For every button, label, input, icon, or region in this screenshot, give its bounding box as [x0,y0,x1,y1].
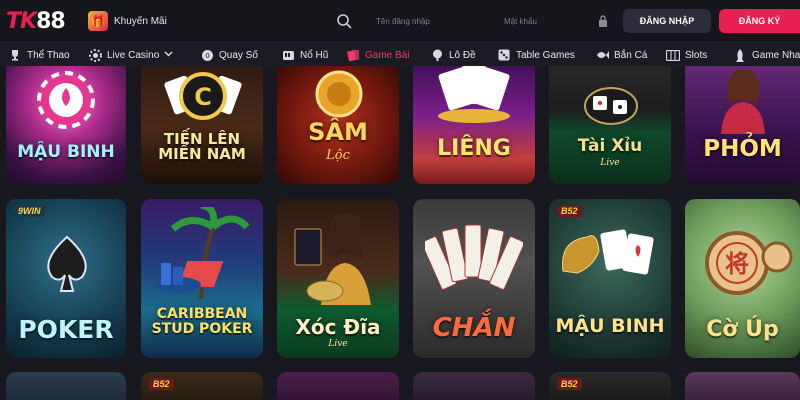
dice-icon [497,48,511,62]
logo-number: 88 [36,8,66,34]
game-card-row3-4[interactable] [413,372,535,400]
cards-icon [346,48,360,62]
beach-chair-icon [157,207,250,300]
lock-icon [599,15,607,27]
game-title: Xóc Đĩa [295,315,381,339]
fish-icon [595,48,609,62]
chess-piece-icon: 将 [705,231,793,295]
game-title: PHỎM [703,136,782,162]
nav-label: Game Nhanh [752,49,800,61]
provider-badge: 9WIN [14,205,45,217]
game-card-caribbean[interactable]: CARIBBEAN STUD POKER [141,199,263,358]
game-card-tien-len[interactable]: C TIẾN LÊN MIỀN NAM [141,66,263,184]
nav-label: Thể Thao [27,49,70,61]
game-subtitle: Live [600,158,620,168]
game-card-row3-6[interactable] [685,372,800,400]
gold-chip-icon [315,70,363,118]
game-title: CHẮN [432,313,516,343]
nav-item-ban-ca[interactable]: Bắn Cá [595,46,647,64]
category-nav: Thể Thao Live Casino 0 Quay Số Nổ Hũ Gam… [0,42,800,66]
top-bar: TK 88 🎁 Khuyến Mãi ĐĂNG NHẬP ĐĂNG KÝ [0,0,800,42]
login-button[interactable]: ĐĂNG NHẬP [623,9,711,33]
game-card-row3-5[interactable]: B52 [549,372,671,400]
chevron-down-icon [164,49,173,61]
poker-chip-icon [37,71,95,129]
svg-text:0: 0 [205,52,209,60]
cards-fan-icon: C [164,72,242,120]
game-title: CARIBBEAN STUD POKER [151,306,253,338]
game-card-sam-loc[interactable]: SÂM Lộc [277,66,399,184]
nav-label: Slots [685,49,708,61]
game-card-mau-binh-b52[interactable]: B52 MẬU BINH [549,199,671,358]
dragon-cards-icon [562,229,654,275]
svg-text:将: 将 [725,249,749,278]
nav-item-quay-so[interactable]: 0 Quay Số [200,46,258,64]
game-card-tai-xiu[interactable]: Tài Xỉu Live [549,66,671,184]
nav-item-game-bai[interactable]: Game Bài [346,46,409,64]
game-title: MẬU BINH [17,142,115,162]
game-card-lieng[interactable]: LIÊNG [413,66,535,184]
game-title: POKER [18,315,114,344]
nav-label: Table Games [516,49,575,61]
logo[interactable]: TK 88 [6,7,74,35]
game-title: TIẾN LÊN MIỀN NAM [158,130,246,163]
username-input[interactable] [376,11,486,31]
nav-label: Live Casino [107,49,160,61]
lottery-icon [430,48,444,62]
dice-bowl-icon [584,87,638,125]
game-card-chan[interactable]: CHẮN [413,199,535,358]
game-title: SÂM [308,118,368,146]
promo-label: Khuyến Mãi [114,15,167,27]
dealer-woman-icon [721,69,765,134]
gift-icon: 🎁 [88,11,108,31]
search-icon[interactable] [336,13,352,29]
nav-item-game-nhanh[interactable]: Game Nhanh [733,46,800,64]
nav-label: Game Bài [365,49,410,61]
nav-label: Bắn Cá [614,49,648,61]
chan-cards-icon [425,224,523,290]
dealer-bowl-icon [294,212,371,305]
password-input[interactable] [504,11,594,31]
game-title: MẬU BINH [555,315,665,337]
trophy-icon [8,48,22,62]
provider-badge: B52 [557,378,582,390]
nav-label: Lô Đề [449,49,476,61]
nav-item-no-hu[interactable]: Nổ Hũ [281,46,328,64]
slots-icon [666,48,680,62]
card-hand-icon [438,66,510,123]
game-grid: MẬU BINH C TIẾN LÊN MIỀN NAM SÂM Lộc LIÊ… [0,66,800,400]
nav-item-slots[interactable]: Slots [666,46,707,64]
svg-text:C: C [194,83,212,111]
provider-badge: B52 [149,378,174,390]
slot-icon [281,48,295,62]
game-card-row3-3[interactable] [277,372,399,400]
logo-mark: TK [6,8,37,34]
game-card-phom[interactable]: PHỎM [685,66,800,184]
game-subtitle: Lộc [326,148,350,163]
game-card-row3-1[interactable] [6,372,126,400]
nav-label: Nổ Hũ [300,49,329,61]
chip-icon [88,48,102,62]
ball-icon: 0 [200,48,214,62]
provider-badge: B52 [557,205,582,217]
nav-item-live-casino[interactable]: Live Casino [88,46,173,64]
game-card-row3-2[interactable]: B52 [141,372,263,400]
nav-item-table-games[interactable]: Table Games [497,46,575,64]
promo-link[interactable]: 🎁 Khuyến Mãi [88,9,176,33]
register-button[interactable]: ĐĂNG KÝ [719,9,800,33]
game-title: Tài Xỉu [577,136,643,156]
game-card-mau-binh[interactable]: MẬU BINH [6,66,126,184]
game-title: LIÊNG [437,136,511,161]
game-card-xoc-dia[interactable]: Xóc Đĩa Live [277,199,399,358]
game-title: Cờ Úp [706,317,779,342]
nav-item-lo-de[interactable]: Lô Đề [430,46,476,64]
game-subtitle: Live [328,339,348,349]
nav-item-the-thao[interactable]: Thể Thao [8,46,70,64]
nav-label: Quay Số [219,49,258,61]
rocket-icon [733,48,747,62]
spade-icon [47,235,87,292]
game-card-poker[interactable]: 9WIN POKER [6,199,126,358]
game-card-co-up[interactable]: 将 Cờ Úp [685,199,800,358]
